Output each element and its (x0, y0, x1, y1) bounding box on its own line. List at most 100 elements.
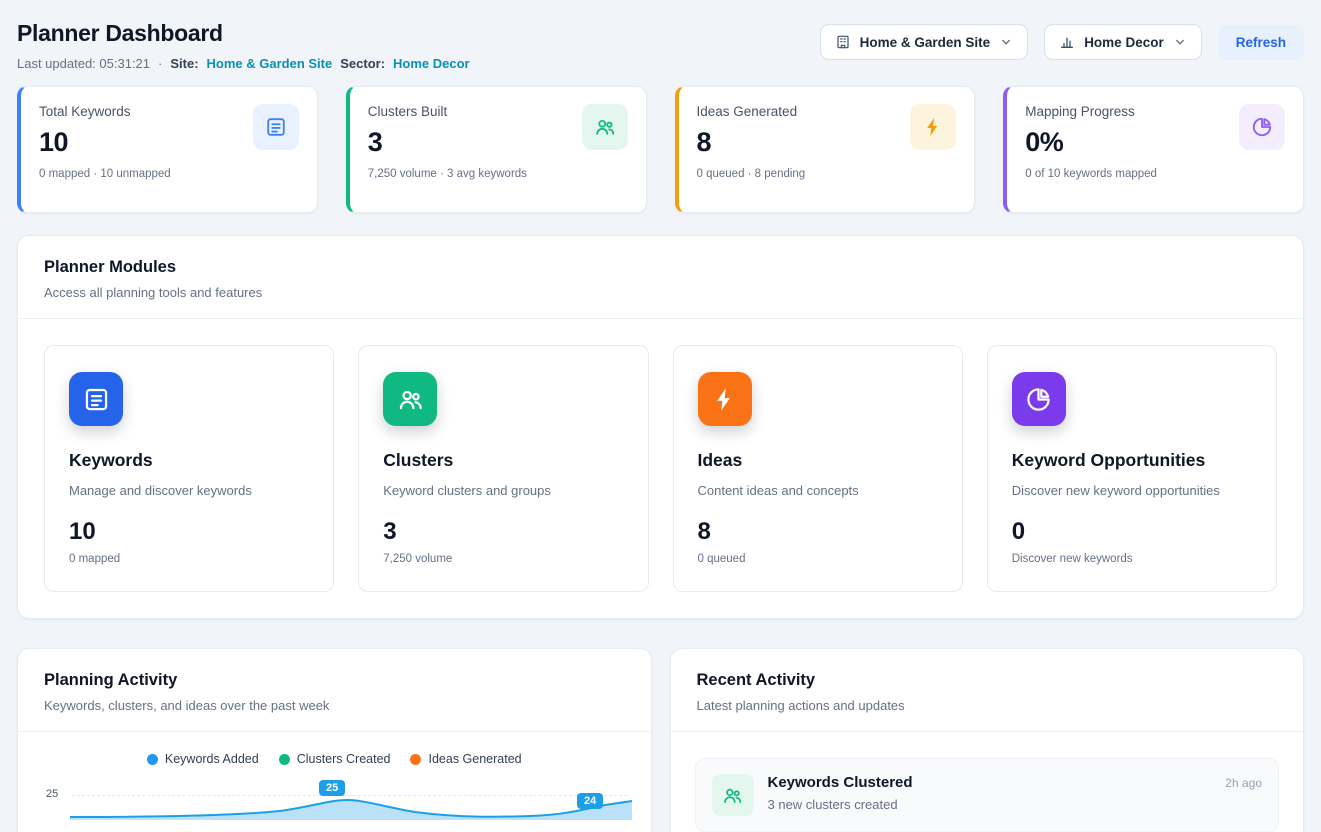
module-card-keywords[interactable]: Keywords Manage and discover keywords 10… (44, 345, 334, 592)
legend-dot (147, 754, 158, 765)
page-title: Planner Dashboard (17, 20, 470, 47)
module-detail: 0 mapped (69, 553, 309, 565)
stat-label: Mapping Progress (1025, 104, 1157, 119)
site-label: Site: (170, 56, 198, 71)
topbar-controls: Home & Garden Site Home Decor Refresh (820, 24, 1304, 60)
stat-label: Ideas Generated (697, 104, 806, 119)
stat-main: Ideas Generated 8 0 queued · 8 pending (697, 104, 806, 197)
pie-chart-icon (1239, 104, 1285, 150)
planner-modules-header: Planner Modules Access all planning tool… (18, 236, 1303, 319)
panel-title: Planning Activity (44, 671, 625, 690)
data-point-label: 25 (319, 780, 345, 796)
stat-detail: 7,250 volume · 3 avg keywords (368, 168, 527, 180)
lightning-icon (698, 372, 752, 426)
module-value: 10 (69, 518, 309, 546)
last-updated-text: Last updated: 05:31:21 (17, 56, 150, 71)
module-title: Ideas (698, 450, 938, 471)
legend-dot (410, 754, 421, 765)
panel-subtitle: Keywords, clusters, and ideas over the p… (44, 698, 625, 713)
stat-main: Mapping Progress 0% 0 of 10 keywords map… (1025, 104, 1157, 197)
clusters-icon (383, 372, 437, 426)
panel-title: Recent Activity (697, 671, 1278, 690)
keywords-added-area-series (70, 774, 632, 820)
module-detail: Discover new keywords (1012, 553, 1252, 565)
planning-activity-panel: Planning Activity Keywords, clusters, an… (17, 648, 652, 832)
recent-activity-header: Recent Activity Latest planning actions … (671, 649, 1304, 732)
topbar-left: Planner Dashboard Last updated: 05:31:21… (17, 20, 470, 71)
y-axis-tick: 25 (46, 788, 58, 800)
modules-grid: Keywords Manage and discover keywords 10… (18, 319, 1303, 618)
module-card-ideas[interactable]: Ideas Content ideas and concepts 8 0 que… (673, 345, 963, 592)
legend-item-ideas-generated: Ideas Generated (410, 752, 521, 766)
legend-label: Ideas Generated (428, 752, 521, 766)
stat-detail: 0 mapped · 10 unmapped (39, 168, 171, 180)
activity-list: Keywords Clustered 3 new clusters create… (671, 732, 1304, 832)
sector-selector[interactable]: Home Decor (1044, 24, 1202, 60)
legend-label: Clusters Created (297, 752, 391, 766)
clusters-icon (712, 774, 754, 816)
module-title: Keywords (69, 450, 309, 471)
stat-label: Total Keywords (39, 104, 171, 119)
activity-timestamp: 2h ago (1225, 774, 1262, 790)
panel-subtitle: Latest planning actions and updates (697, 698, 1278, 713)
module-card-keyword-opportunities[interactable]: Keyword Opportunities Discover new keywo… (987, 345, 1277, 592)
planning-activity-header: Planning Activity Keywords, clusters, an… (18, 649, 651, 732)
panel-subtitle: Access all planning tools and features (44, 285, 1277, 300)
activity-subtitle: 3 new clusters created (768, 797, 913, 812)
stat-value: 8 (697, 127, 806, 158)
building-icon (835, 34, 851, 50)
sector-label: Sector: (340, 56, 385, 71)
refresh-button[interactable]: Refresh (1218, 25, 1304, 60)
pie-chart-icon (1012, 372, 1066, 426)
stats-row: Total Keywords 10 0 mapped · 10 unmapped… (17, 86, 1304, 213)
site-link[interactable]: Home & Garden Site (207, 56, 333, 71)
activity-text: Keywords Clustered 3 new clusters create… (768, 774, 913, 812)
module-title: Keyword Opportunities (1012, 450, 1252, 471)
chart-legend: Keywords Added Clusters Created Ideas Ge… (18, 732, 651, 772)
module-description: Discover new keyword opportunities (1012, 483, 1252, 498)
data-point-label: 24 (577, 793, 603, 809)
stat-card-ideas-generated: Ideas Generated 8 0 queued · 8 pending (675, 86, 976, 213)
sector-selector-label: Home Decor (1084, 35, 1164, 50)
topbar: Planner Dashboard Last updated: 05:31:21… (17, 0, 1304, 82)
sector-link[interactable]: Home Decor (393, 56, 470, 71)
keywords-icon (69, 372, 123, 426)
stat-value: 10 (39, 127, 171, 158)
clusters-icon (582, 104, 628, 150)
module-description: Keyword clusters and groups (383, 483, 623, 498)
bottom-row: Planning Activity Keywords, clusters, an… (17, 648, 1304, 832)
site-selector[interactable]: Home & Garden Site (820, 24, 1029, 60)
legend-item-clusters-created: Clusters Created (279, 752, 391, 766)
module-description: Manage and discover keywords (69, 483, 309, 498)
keywords-icon (253, 104, 299, 150)
stat-card-mapping-progress: Mapping Progress 0% 0 of 10 keywords map… (1003, 86, 1304, 213)
meta-line: Last updated: 05:31:21 · Site: Home & Ga… (17, 56, 470, 71)
stat-card-clusters-built: Clusters Built 3 7,250 volume · 3 avg ke… (346, 86, 647, 213)
legend-dot (279, 754, 290, 765)
lightning-icon (910, 104, 956, 150)
activity-title: Keywords Clustered (768, 774, 913, 791)
legend-item-keywords-added: Keywords Added (147, 752, 259, 766)
module-card-clusters[interactable]: Clusters Keyword clusters and groups 3 7… (358, 345, 648, 592)
module-value: 8 (698, 518, 938, 546)
stat-detail: 0 queued · 8 pending (697, 168, 806, 180)
chevron-down-icon (999, 35, 1013, 49)
stat-card-total-keywords: Total Keywords 10 0 mapped · 10 unmapped (17, 86, 318, 213)
stat-main: Total Keywords 10 0 mapped · 10 unmapped (39, 104, 171, 197)
module-title: Clusters (383, 450, 623, 471)
planner-modules-panel: Planner Modules Access all planning tool… (17, 235, 1304, 619)
stat-detail: 0 of 10 keywords mapped (1025, 168, 1157, 180)
activity-item-keywords-clustered: Keywords Clustered 3 new clusters create… (695, 758, 1280, 832)
legend-label: Keywords Added (165, 752, 259, 766)
planner-dashboard-page: Planner Dashboard Last updated: 05:31:21… (0, 0, 1321, 832)
stat-value: 0% (1025, 127, 1157, 158)
panel-title: Planner Modules (44, 258, 1277, 277)
module-value: 0 (1012, 518, 1252, 546)
meta-separator: · (158, 56, 162, 71)
chevron-down-icon (1173, 35, 1187, 49)
bar-chart-icon (1059, 34, 1075, 50)
module-detail: 7,250 volume (383, 553, 623, 565)
module-description: Content ideas and concepts (698, 483, 938, 498)
recent-activity-panel: Recent Activity Latest planning actions … (670, 648, 1305, 832)
stat-label: Clusters Built (368, 104, 527, 119)
